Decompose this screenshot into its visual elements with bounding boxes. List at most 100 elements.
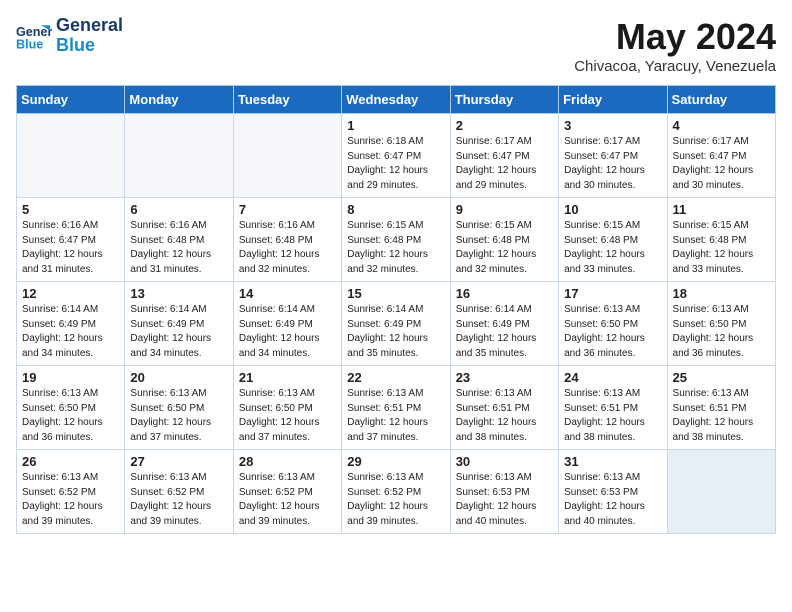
day-info: Sunrise: 6:16 AM Sunset: 6:48 PM Dayligh… [130, 219, 227, 277]
day-number: 18 [673, 286, 770, 301]
day-info: Sunrise: 6:17 AM Sunset: 6:47 PM Dayligh… [564, 135, 661, 193]
calendar-cell: 18 Sunrise: 6:13 AM Sunset: 6:50 PM Dayli… [667, 282, 775, 366]
day-number: 26 [22, 454, 119, 469]
day-info: Sunrise: 6:13 AM Sunset: 6:52 PM Dayligh… [22, 471, 119, 529]
calendar-body: 1Sunrise: 6:18 AM Sunset: 6:47 PM Daylig… [17, 114, 776, 534]
day-info: Sunrise: 6:13 AM Sunset: 6:50 PM Dayligh… [22, 387, 119, 445]
col-header-sunday: Sunday [17, 86, 125, 114]
calendar-cell: 12 Sunrise: 6:14 AM Sunset: 6:49 PM Dayli… [17, 282, 125, 366]
calendar-cell: 14Sunrise: 6:14 AM Sunset: 6:49 PM Dayli… [233, 282, 341, 366]
day-info: Sunrise: 6:17 AM Sunset: 6:47 PM Dayligh… [456, 135, 553, 193]
day-info: Sunrise: 6:13 AM Sunset: 6:53 PM Dayligh… [456, 471, 553, 529]
day-number: 2 [456, 118, 553, 133]
day-number: 29 [347, 454, 444, 469]
day-number: 31 [564, 454, 661, 469]
logo-icon: General Blue [16, 18, 52, 54]
col-header-tuesday: Tuesday [233, 86, 341, 114]
day-info: Sunrise: 6:13 AM Sunset: 6:52 PM Dayligh… [239, 471, 336, 529]
day-number: 28 [239, 454, 336, 469]
day-info: Sunrise: 6:15 AM Sunset: 6:48 PM Dayligh… [347, 219, 444, 277]
day-number: 17 [564, 286, 661, 301]
calendar-cell: 26 Sunrise: 6:13 AM Sunset: 6:52 PM Dayli… [17, 450, 125, 534]
day-info: Sunrise: 6:16 AM Sunset: 6:47 PM Dayligh… [22, 219, 119, 277]
calendar-cell: 24Sunrise: 6:13 AM Sunset: 6:51 PM Dayli… [559, 366, 667, 450]
day-number: 11 [673, 202, 770, 217]
calendar-header-row: SundayMondayTuesdayWednesdayThursdayFrid… [17, 86, 776, 114]
calendar-cell: 15 Sunrise: 6:14 AM Sunset: 6:49 PM Dayli… [342, 282, 450, 366]
calendar-cell: 11 Sunrise: 6:15 AM Sunset: 6:48 PM Dayli… [667, 198, 775, 282]
day-info: Sunrise: 6:17 AM Sunset: 6:47 PM Dayligh… [673, 135, 770, 193]
calendar-cell: 23 Sunrise: 6:13 AM Sunset: 6:51 PM Dayli… [450, 366, 558, 450]
calendar-cell: 7 Sunrise: 6:16 AM Sunset: 6:48 PM Daylig… [233, 198, 341, 282]
day-number: 6 [130, 202, 227, 217]
calendar-cell: 16 Sunrise: 6:14 AM Sunset: 6:49 PM Dayli… [450, 282, 558, 366]
day-number: 20 [130, 370, 227, 385]
day-number: 19 [22, 370, 119, 385]
day-info: Sunrise: 6:13 AM Sunset: 6:51 PM Dayligh… [564, 387, 661, 445]
calendar-cell [17, 114, 125, 198]
calendar-cell: 10 Sunrise: 6:15 AM Sunset: 6:48 PM Dayli… [559, 198, 667, 282]
day-number: 10 [564, 202, 661, 217]
day-info: Sunrise: 6:13 AM Sunset: 6:53 PM Dayligh… [564, 471, 661, 529]
calendar-cell: 21Sunrise: 6:13 AM Sunset: 6:50 PM Dayli… [233, 366, 341, 450]
day-info: Sunrise: 6:13 AM Sunset: 6:52 PM Dayligh… [347, 471, 444, 529]
calendar-cell [125, 114, 233, 198]
col-header-friday: Friday [559, 86, 667, 114]
col-header-thursday: Thursday [450, 86, 558, 114]
calendar-week-3: 12 Sunrise: 6:14 AM Sunset: 6:49 PM Dayli… [17, 282, 776, 366]
day-number: 23 [456, 370, 553, 385]
calendar-cell: 9 Sunrise: 6:15 AM Sunset: 6:48 PM Daylig… [450, 198, 558, 282]
day-number: 27 [130, 454, 227, 469]
calendar-week-4: 19 Sunrise: 6:13 AM Sunset: 6:50 PM Dayli… [17, 366, 776, 450]
calendar-cell: 1Sunrise: 6:18 AM Sunset: 6:47 PM Daylig… [342, 114, 450, 198]
calendar-week-2: 5 Sunrise: 6:16 AM Sunset: 6:47 PM Daylig… [17, 198, 776, 282]
calendar-cell: 28 Sunrise: 6:13 AM Sunset: 6:52 PM Dayli… [233, 450, 341, 534]
logo-text-blue: Blue [56, 36, 123, 56]
day-info: Sunrise: 6:15 AM Sunset: 6:48 PM Dayligh… [564, 219, 661, 277]
day-number: 4 [673, 118, 770, 133]
day-number: 21 [239, 370, 336, 385]
day-info: Sunrise: 6:14 AM Sunset: 6:49 PM Dayligh… [456, 303, 553, 361]
calendar-cell: 29 Sunrise: 6:13 AM Sunset: 6:52 PM Dayli… [342, 450, 450, 534]
day-number: 7 [239, 202, 336, 217]
month-title: May 2024 [574, 16, 776, 58]
day-number: 13 [130, 286, 227, 301]
calendar-week-1: 1Sunrise: 6:18 AM Sunset: 6:47 PM Daylig… [17, 114, 776, 198]
calendar-cell: 5 Sunrise: 6:16 AM Sunset: 6:47 PM Daylig… [17, 198, 125, 282]
day-number: 9 [456, 202, 553, 217]
day-info: Sunrise: 6:13 AM Sunset: 6:50 PM Dayligh… [564, 303, 661, 361]
calendar-cell: 27Sunrise: 6:13 AM Sunset: 6:52 PM Dayli… [125, 450, 233, 534]
calendar-cell: 30 Sunrise: 6:13 AM Sunset: 6:53 PM Dayli… [450, 450, 558, 534]
calendar-cell: 31 Sunrise: 6:13 AM Sunset: 6:53 PM Dayli… [559, 450, 667, 534]
day-info: Sunrise: 6:16 AM Sunset: 6:48 PM Dayligh… [239, 219, 336, 277]
day-info: Sunrise: 6:14 AM Sunset: 6:49 PM Dayligh… [239, 303, 336, 361]
calendar-cell: 8 Sunrise: 6:15 AM Sunset: 6:48 PM Daylig… [342, 198, 450, 282]
day-number: 8 [347, 202, 444, 217]
col-header-saturday: Saturday [667, 86, 775, 114]
calendar-table: SundayMondayTuesdayWednesdayThursdayFrid… [16, 85, 776, 534]
day-number: 12 [22, 286, 119, 301]
day-info: Sunrise: 6:13 AM Sunset: 6:51 PM Dayligh… [347, 387, 444, 445]
day-number: 30 [456, 454, 553, 469]
day-info: Sunrise: 6:15 AM Sunset: 6:48 PM Dayligh… [456, 219, 553, 277]
calendar-cell: 4 Sunrise: 6:17 AM Sunset: 6:47 PM Daylig… [667, 114, 775, 198]
day-number: 22 [347, 370, 444, 385]
day-info: Sunrise: 6:14 AM Sunset: 6:49 PM Dayligh… [347, 303, 444, 361]
calendar-cell: 19 Sunrise: 6:13 AM Sunset: 6:50 PM Dayli… [17, 366, 125, 450]
day-info: Sunrise: 6:14 AM Sunset: 6:49 PM Dayligh… [130, 303, 227, 361]
day-info: Sunrise: 6:13 AM Sunset: 6:51 PM Dayligh… [456, 387, 553, 445]
day-info: Sunrise: 6:15 AM Sunset: 6:48 PM Dayligh… [673, 219, 770, 277]
day-number: 15 [347, 286, 444, 301]
calendar-cell [667, 450, 775, 534]
day-info: Sunrise: 6:14 AM Sunset: 6:49 PM Dayligh… [22, 303, 119, 361]
day-info: Sunrise: 6:18 AM Sunset: 6:47 PM Dayligh… [347, 135, 444, 193]
svg-text:Blue: Blue [16, 37, 43, 51]
day-number: 5 [22, 202, 119, 217]
calendar-cell: 6 Sunrise: 6:16 AM Sunset: 6:48 PM Daylig… [125, 198, 233, 282]
day-number: 16 [456, 286, 553, 301]
title-block: May 2024 Chivacoa, Yaracuy, Venezuela [574, 16, 776, 75]
day-info: Sunrise: 6:13 AM Sunset: 6:50 PM Dayligh… [673, 303, 770, 361]
logo: General Blue General Blue [16, 16, 123, 56]
logo-text-general: General [56, 16, 123, 36]
day-number: 25 [673, 370, 770, 385]
